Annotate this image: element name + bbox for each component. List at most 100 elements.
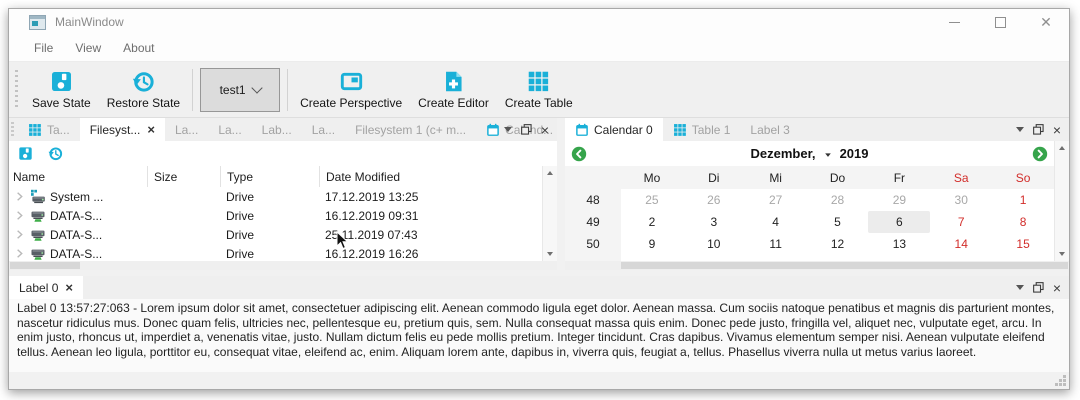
- undock-icon[interactable]: [1033, 124, 1044, 135]
- left-tab-la[interactable]: La...: [302, 118, 345, 141]
- calendar-day-cell[interactable]: 4: [745, 211, 807, 233]
- calendar-vertical-scrollbar[interactable]: [1054, 141, 1069, 261]
- tab-list-dropdown-icon[interactable]: [1016, 285, 1024, 294]
- calendar-day-cell[interactable]: 15: [992, 233, 1054, 255]
- scroll-down-icon[interactable]: [1059, 252, 1065, 259]
- tab-label: La...: [218, 123, 241, 137]
- scrollbar-thumb[interactable]: [10, 262, 80, 269]
- expand-chevron-icon[interactable]: [13, 209, 26, 222]
- column-header-size[interactable]: Size: [147, 166, 220, 187]
- column-header-name[interactable]: Name: [9, 166, 147, 187]
- menu-item-file[interactable]: File: [23, 37, 64, 59]
- left-tab-la[interactable]: La...: [208, 118, 251, 141]
- scrollbar-thumb[interactable]: [621, 262, 1068, 269]
- minimize-button[interactable]: [931, 9, 977, 35]
- maximize-button[interactable]: [977, 9, 1023, 35]
- toolbar: Save State Restore State test1 Create Pe…: [9, 62, 1069, 118]
- tab-close-icon[interactable]: ×: [147, 123, 155, 136]
- calendar-day-cell[interactable]: 30: [930, 189, 992, 211]
- left-tab-lab[interactable]: Lab...: [252, 118, 302, 141]
- create-table-button[interactable]: Create Table: [497, 67, 581, 113]
- file-name: DATA-S...: [50, 228, 102, 242]
- filesystem-vertical-scrollbar[interactable]: [542, 166, 557, 261]
- calendar-month: Dezember,: [751, 146, 816, 161]
- calendar-title[interactable]: Dezember, 2019: [587, 146, 1032, 161]
- calendar-day-cell[interactable]: 2: [621, 211, 683, 233]
- vertical-splitter[interactable]: [557, 118, 565, 270]
- calendar-week-row: 482526272829301: [565, 189, 1054, 211]
- tab-label: Lab...: [262, 123, 292, 137]
- calendar-day-cell[interactable]: 10: [683, 233, 745, 255]
- next-month-icon[interactable]: [1032, 146, 1048, 162]
- left-tab-la[interactable]: La...: [165, 118, 208, 141]
- table-row[interactable]: DATA-S...Drive25.11.2019 07:43: [9, 225, 542, 244]
- expand-chevron-icon[interactable]: [13, 190, 26, 203]
- expand-chevron-icon[interactable]: [13, 228, 26, 241]
- calendar-day-cell[interactable]: 26: [683, 189, 745, 211]
- restore-state-button[interactable]: Restore State: [99, 67, 188, 113]
- column-header-type[interactable]: Type: [220, 166, 319, 187]
- left-tab-ta[interactable]: Ta...: [18, 118, 80, 141]
- label-dock: Label 0× × Label 0 13:57:27:063 - Lorem …: [9, 276, 1069, 372]
- calendar-day-cell[interactable]: 6: [868, 211, 930, 233]
- previous-month-icon[interactable]: [571, 146, 587, 162]
- calendar-header-row: MoDiMiDoFrSaSo: [565, 166, 1054, 189]
- save-icon[interactable]: [18, 146, 33, 161]
- table-row[interactable]: System ...Drive17.12.2019 13:25: [9, 187, 542, 206]
- right-tab-table-1[interactable]: Table 1: [663, 118, 741, 141]
- right-tab-label-3[interactable]: Label 3: [740, 118, 799, 141]
- scroll-up-icon[interactable]: [547, 168, 553, 175]
- bottom-tab-label-0[interactable]: Label 0×: [9, 276, 83, 299]
- resize-grip-icon[interactable]: [1055, 375, 1066, 386]
- scroll-up-icon[interactable]: [1059, 143, 1065, 150]
- dock-close-icon[interactable]: ×: [1053, 123, 1061, 137]
- filesystem-horizontal-scrollbar[interactable]: [9, 261, 557, 270]
- table-icon: [28, 123, 42, 137]
- calendar-day-cell[interactable]: 9: [621, 233, 683, 255]
- file-name: DATA-S...: [50, 247, 102, 261]
- calendar-day-cell[interactable]: 29: [868, 189, 930, 211]
- toolbar-grip[interactable]: [15, 70, 18, 110]
- tab-label: Calendar 0: [594, 123, 653, 137]
- calendar-day-cell[interactable]: 11: [745, 233, 807, 255]
- calendar-day-cell[interactable]: 8: [992, 211, 1054, 233]
- scroll-down-icon[interactable]: [547, 252, 553, 259]
- left-tab-filesyst[interactable]: Filesyst...×: [80, 118, 165, 141]
- drive-icon: [30, 208, 46, 224]
- tab-list-dropdown-icon[interactable]: [504, 127, 512, 136]
- right-dock-tabbar: Calendar 0 Table 1Label 3 ×: [565, 118, 1069, 141]
- dock-close-icon[interactable]: ×: [541, 123, 549, 137]
- create-perspective-button[interactable]: Create Perspective: [292, 67, 410, 113]
- undock-icon[interactable]: [521, 124, 532, 135]
- table-row[interactable]: DATA-S...Drive16.12.2019 09:31: [9, 206, 542, 225]
- dock-close-icon[interactable]: ×: [1053, 281, 1061, 295]
- close-button[interactable]: ✕: [1023, 9, 1069, 35]
- calendar-day-cell[interactable]: 27: [745, 189, 807, 211]
- column-header-date-modified[interactable]: Date Modified: [319, 166, 542, 187]
- calendar-day-cell[interactable]: 1: [992, 189, 1054, 211]
- calendar-day-cell[interactable]: 7: [930, 211, 992, 233]
- expand-chevron-icon[interactable]: [13, 247, 26, 260]
- calendar-day-cell[interactable]: 13: [868, 233, 930, 255]
- history-icon[interactable]: [48, 146, 63, 161]
- tab-list-dropdown-icon[interactable]: [1016, 127, 1024, 136]
- left-tab-filesystem-1-c-m[interactable]: Filesystem 1 (c+ m...: [345, 118, 476, 141]
- perspective-combobox[interactable]: test1: [200, 68, 280, 112]
- calendar-day-cell[interactable]: 5: [807, 211, 869, 233]
- tab-label: La...: [312, 123, 335, 137]
- menu-item-view[interactable]: View: [64, 37, 112, 59]
- filesystem-toolbar: [9, 141, 557, 166]
- right-tab-calendar-0[interactable]: Calendar 0: [565, 118, 663, 141]
- calendar-day-cell[interactable]: 25: [621, 189, 683, 211]
- create-editor-button[interactable]: Create Editor: [410, 67, 497, 113]
- calendar-horizontal-scrollbar[interactable]: [565, 261, 1069, 270]
- undock-icon[interactable]: [1033, 282, 1044, 293]
- calendar-day-cell[interactable]: 3: [683, 211, 745, 233]
- calendar-day-cell[interactable]: 14: [930, 233, 992, 255]
- save-state-button[interactable]: Save State: [24, 67, 99, 113]
- menu-item-about[interactable]: About: [112, 37, 165, 59]
- calendar-day-cell[interactable]: 12: [807, 233, 869, 255]
- calendar-day-cell[interactable]: 28: [807, 189, 869, 211]
- tab-close-icon[interactable]: ×: [65, 281, 73, 294]
- calendar-year: 2019: [840, 146, 869, 161]
